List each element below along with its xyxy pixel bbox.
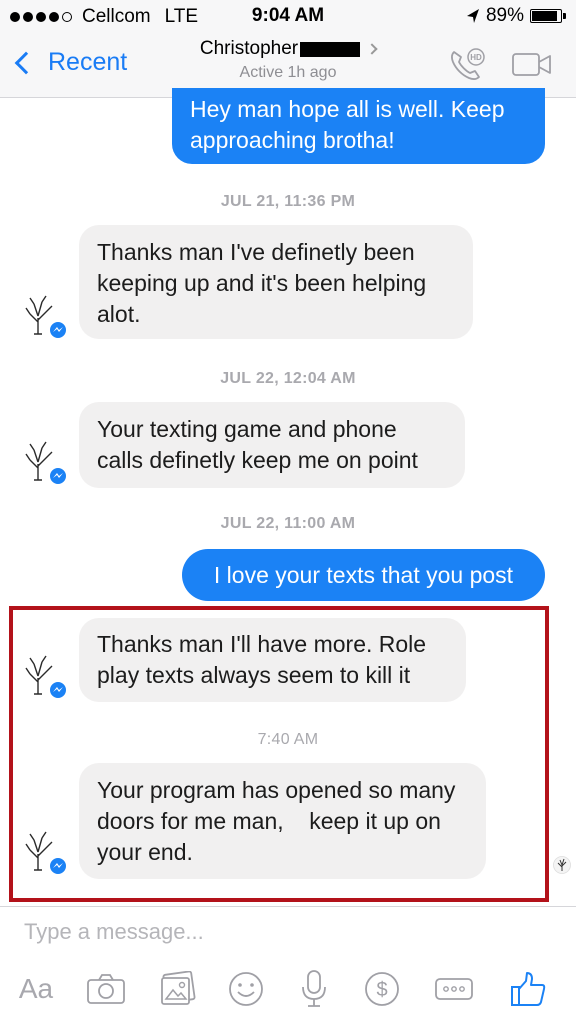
outgoing-message[interactable]: Hey man hope all is well. Keep approachi… <box>172 88 545 164</box>
like-button[interactable] <box>506 967 550 1011</box>
redaction-bar <box>300 41 361 57</box>
chevron-right-icon <box>366 43 378 55</box>
battery-percent: 89% <box>485 5 524 26</box>
conversation-title[interactable]: Christopher Active 1h ago <box>0 38 576 82</box>
incoming-message[interactable]: Thanks man I've definetly been keeping u… <box>79 225 473 339</box>
highlight-annotation <box>9 606 549 902</box>
text-format-button[interactable]: Aa <box>14 967 58 1011</box>
timestamp: JUL 22, 11:00 AM <box>220 515 356 532</box>
incoming-message[interactable]: Your texting game and phone calls define… <box>79 402 465 488</box>
status-right: 89% <box>466 5 566 27</box>
camera-button[interactable] <box>84 967 128 1011</box>
dollar-icon: $ <box>365 972 399 1006</box>
voice-message-button[interactable] <box>292 967 336 1011</box>
message-input[interactable]: Type a message... <box>24 919 204 945</box>
smiley-icon <box>229 972 263 1006</box>
sticker-button[interactable] <box>224 967 268 1011</box>
phone-hd-icon[interactable]: HD <box>448 48 488 84</box>
microphone-icon <box>302 970 326 1007</box>
status-bar: Cellcom LTE 9:04 AM 89% <box>0 0 576 34</box>
payment-button[interactable]: $ <box>360 967 404 1011</box>
message-composer: Type a message... Aa $ <box>0 906 576 1024</box>
avatar <box>25 441 68 486</box>
active-status: Active 1h ago <box>239 64 337 81</box>
seen-avatar-icon <box>553 856 571 874</box>
camera-icon <box>87 974 125 1004</box>
aa-label: Aa <box>18 973 54 1004</box>
more-icon <box>435 978 473 1000</box>
avatar <box>25 295 68 340</box>
composer-toolbar: Aa $ <box>0 967 576 1017</box>
photo-gallery-button[interactable] <box>156 967 200 1011</box>
svg-text:HD: HD <box>470 53 482 62</box>
battery-fill <box>532 11 557 21</box>
contact-name: Christopher <box>199 38 299 59</box>
more-options-button[interactable] <box>432 967 476 1011</box>
battery-icon <box>530 9 566 23</box>
outgoing-message[interactable]: I love your texts that you post <box>182 549 545 601</box>
video-camera-icon[interactable] <box>512 52 552 78</box>
photo-gallery-icon <box>161 971 196 1005</box>
timestamp: JUL 21, 11:36 PM <box>220 193 356 210</box>
thumbs-up-icon <box>511 972 546 1006</box>
timestamp: JUL 22, 12:04 AM <box>220 370 356 387</box>
svg-text:$: $ <box>376 979 387 1001</box>
location-arrow-icon <box>466 9 479 23</box>
